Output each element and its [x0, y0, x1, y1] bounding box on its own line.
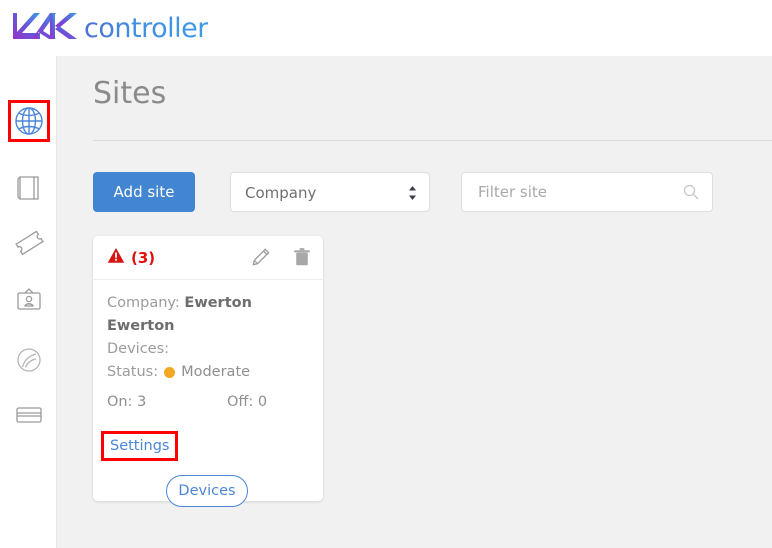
globe-icon	[7, 100, 50, 142]
sidebar-item-catalog[interactable]	[0, 165, 57, 211]
devices-on-count: On: 3	[107, 394, 147, 410]
status-indicator-dot	[164, 367, 176, 378]
filter-site-field[interactable]	[461, 172, 713, 212]
title-divider	[93, 140, 772, 141]
brand-logo[interactable]: controller	[10, 8, 208, 48]
settings-link[interactable]: Settings	[101, 431, 179, 461]
company-select-value: Company	[245, 184, 317, 202]
up-down-arrows-icon	[408, 185, 417, 201]
moon-icon	[8, 339, 50, 381]
sidebar	[0, 56, 57, 548]
search-icon	[683, 184, 699, 200]
credit-card-icon	[8, 393, 50, 435]
filter-site-input[interactable]	[462, 173, 682, 211]
page-title: Sites	[93, 76, 167, 111]
add-site-button[interactable]: Add site	[93, 172, 195, 212]
mk-logo-icon	[10, 8, 86, 49]
sidebar-item-tickets[interactable]	[0, 219, 57, 265]
company-select[interactable]: Company	[230, 172, 430, 212]
brand-name: controller	[84, 12, 208, 44]
status-label: Status:	[107, 364, 159, 380]
devices-button[interactable]: Devices	[166, 475, 248, 507]
book-icon	[8, 167, 50, 209]
alert-count: (3)	[131, 249, 156, 267]
devices-off-count: Off: 0	[227, 394, 268, 410]
sidebar-item-theme[interactable]	[0, 337, 57, 383]
trash-icon[interactable]	[293, 247, 311, 267]
sidebar-item-billing[interactable]	[0, 391, 57, 437]
devices-row: Devices:	[107, 338, 309, 361]
status-value: Moderate	[181, 364, 251, 380]
site-card-body: Company: Ewerton Ewerton Devices: Status…	[93, 280, 323, 414]
pencil-icon[interactable]	[251, 247, 271, 267]
app-root: controller Sites Add site Company Filter…	[0, 0, 772, 548]
app-header: controller	[0, 0, 772, 56]
id-badge-icon	[8, 279, 50, 321]
devices-label: Devices:	[107, 341, 170, 357]
company-row: Company: Ewerton Ewerton	[107, 292, 309, 338]
site-card: (3) Company: Ewerton Ewerton Devices: St…	[93, 236, 323, 507]
site-card-actions	[251, 247, 311, 267]
warning-triangle-icon	[107, 247, 125, 269]
ticket-icon	[8, 221, 50, 263]
company-label: Company:	[107, 295, 180, 311]
alert-group[interactable]: (3)	[107, 247, 155, 269]
sidebar-item-contacts[interactable]	[0, 277, 57, 323]
on-off-row: On: 3 Off: 0	[107, 394, 309, 414]
site-card-header: (3)	[93, 236, 323, 280]
main-content: Sites Add site Company Filter site (3) C…	[57, 56, 772, 548]
status-row: Status: Moderate	[107, 361, 309, 384]
sidebar-item-sites[interactable]	[0, 98, 57, 144]
